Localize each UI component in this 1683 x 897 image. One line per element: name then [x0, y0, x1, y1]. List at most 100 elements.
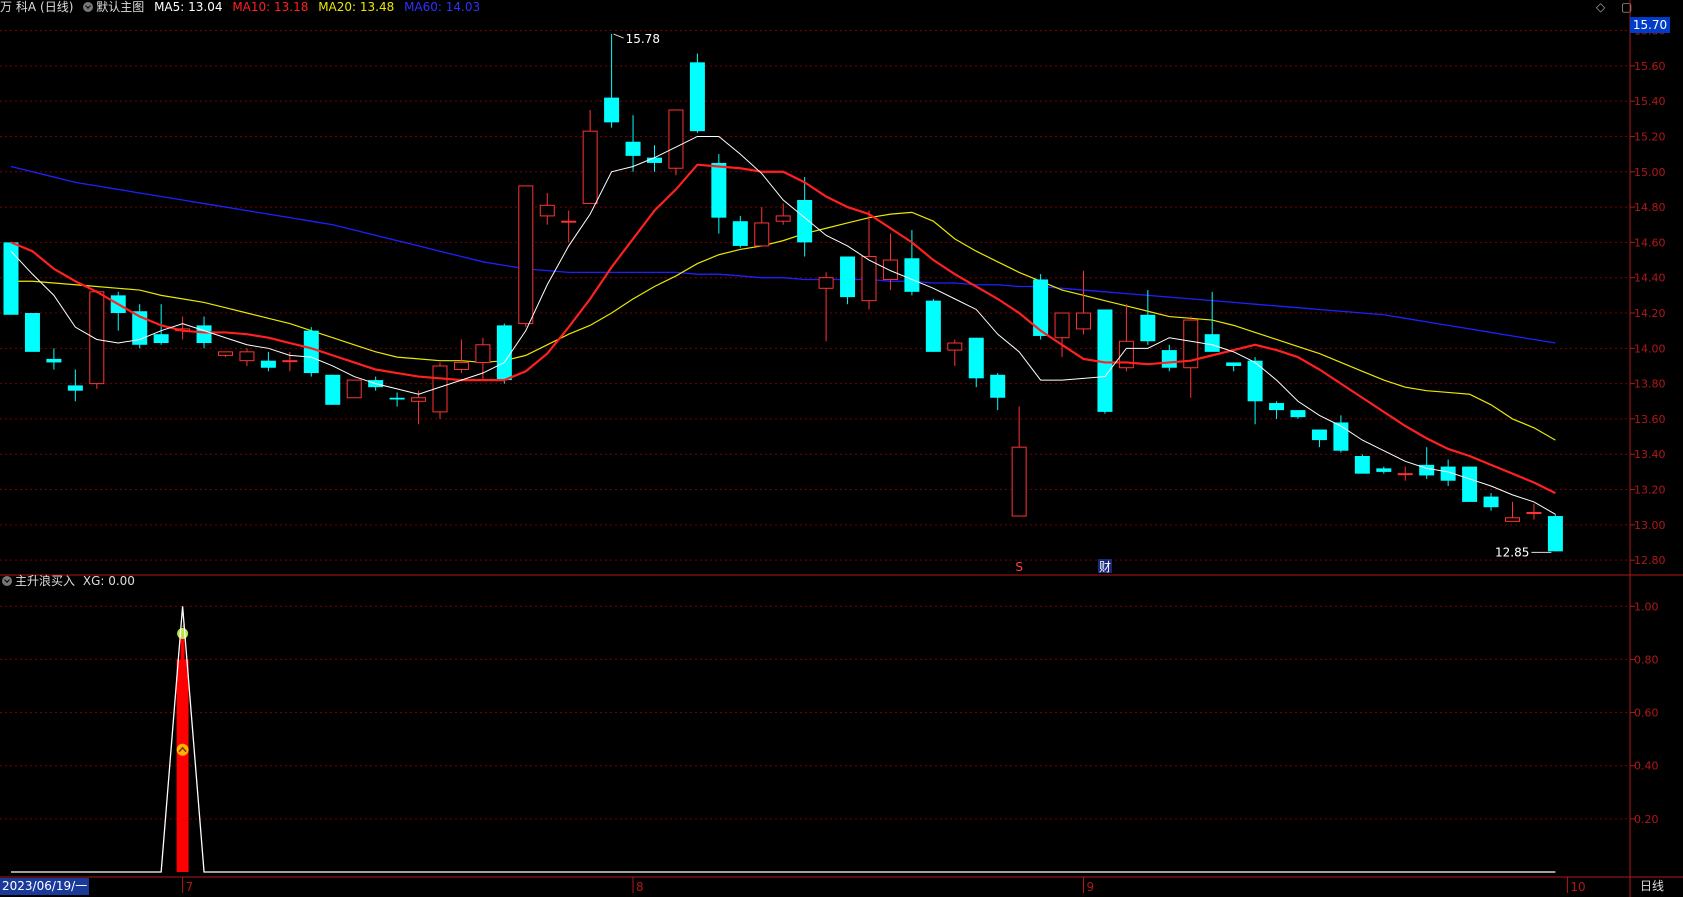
candle-body — [1161, 350, 1177, 368]
candle — [1462, 466, 1478, 502]
candle-body — [711, 162, 727, 218]
candle — [818, 272, 834, 342]
indicator-tick-label: 0.60 — [1634, 707, 1659, 720]
candle — [1505, 501, 1520, 522]
candle — [604, 34, 620, 128]
candle-body — [818, 277, 834, 289]
indicator-dropdown-icon[interactable] — [2, 576, 12, 586]
candle-body — [990, 374, 1006, 398]
candle-body — [861, 256, 877, 302]
candle-body — [1505, 517, 1520, 522]
candle — [947, 339, 963, 366]
candle — [1161, 344, 1177, 372]
price-tick-label: 14.80 — [1634, 201, 1666, 214]
candle-body — [46, 358, 62, 363]
candle-body — [3, 242, 19, 315]
indicator-tick-label: 0.40 — [1634, 760, 1659, 773]
candle-body — [1076, 312, 1091, 330]
price-tick-label: 14.60 — [1634, 236, 1666, 249]
candle — [990, 373, 1006, 411]
candle-body — [968, 337, 984, 379]
indicator-tick-label: 0.20 — [1634, 813, 1659, 826]
candle — [110, 291, 126, 331]
candle — [561, 210, 577, 243]
candle — [732, 215, 748, 248]
candle — [1483, 493, 1499, 511]
current-price-tag: 15.70 — [1630, 17, 1670, 33]
candle — [1269, 401, 1285, 419]
apple-icon — [177, 628, 189, 640]
candle-body — [1462, 466, 1478, 502]
candle-body — [625, 141, 641, 156]
indicator-line — [11, 606, 1556, 873]
candle-body — [1140, 314, 1156, 342]
indicator-xg-label: XG: 0.00 — [82, 574, 135, 588]
candle-body — [1333, 422, 1349, 451]
signal-bar — [176, 659, 189, 872]
candle — [1397, 466, 1413, 481]
month-label: 10 — [1570, 880, 1585, 894]
signal-bar-tip — [180, 638, 185, 660]
candle — [346, 379, 362, 399]
price-tick-label: 14.40 — [1634, 272, 1666, 285]
candle-body — [604, 97, 620, 123]
indicator-tick-label: 1.00 — [1634, 600, 1659, 613]
candle — [968, 337, 984, 388]
candle-body — [882, 259, 898, 280]
price-tick-label: 13.20 — [1634, 484, 1666, 497]
candle-body — [668, 109, 684, 169]
candle — [647, 145, 662, 172]
price-tick-label: 15.40 — [1634, 95, 1666, 108]
price-tick-label: 14.20 — [1634, 307, 1666, 320]
price-tick-label: 15.00 — [1634, 166, 1666, 179]
month-label: 7 — [186, 880, 194, 894]
candle-body — [67, 385, 83, 391]
candle-body — [1354, 456, 1370, 474]
candle-body — [1204, 334, 1220, 352]
candle — [175, 316, 191, 340]
candle-body — [582, 130, 598, 205]
event-marker-cai: 财 — [1099, 560, 1111, 574]
candle — [1118, 304, 1134, 372]
candle — [1547, 514, 1563, 552]
ma60-line — [10, 165, 1556, 344]
month-label: 8 — [636, 880, 644, 894]
candle — [282, 351, 298, 372]
candle — [1376, 466, 1392, 474]
candle-body — [539, 204, 555, 217]
candle — [24, 313, 40, 352]
candle — [754, 207, 770, 247]
candlestick-chart[interactable]: 15.8015.6015.4015.2015.0014.8014.6014.40… — [0, 0, 1683, 897]
price-tick-label: 15.20 — [1634, 130, 1666, 143]
candle — [3, 242, 19, 315]
indicator-title[interactable]: 主升浪买入 — [15, 574, 75, 588]
price-tick-label: 13.60 — [1634, 413, 1666, 426]
candle-body — [453, 361, 469, 371]
candle-body — [1397, 473, 1413, 476]
candle — [1290, 410, 1306, 419]
candle-body — [1547, 516, 1563, 552]
candle — [518, 185, 534, 328]
candle — [496, 323, 512, 384]
price-tick-label: 13.40 — [1634, 448, 1666, 461]
candle — [411, 390, 427, 425]
candle — [239, 348, 255, 366]
candle — [1140, 290, 1156, 345]
period-label-bottom[interactable]: 日线 — [1640, 878, 1664, 895]
high-marker-line — [613, 33, 624, 39]
candle-body — [389, 397, 405, 400]
candle — [797, 177, 813, 257]
candle-body — [1311, 429, 1327, 441]
candle-body — [689, 62, 705, 132]
price-tick-label: 14.00 — [1634, 342, 1666, 355]
candle-body — [1290, 410, 1306, 418]
candle — [775, 203, 791, 225]
candle — [1419, 447, 1435, 479]
candle-body — [732, 221, 748, 246]
candle-body — [218, 351, 233, 356]
candle-body — [1526, 512, 1542, 515]
candle-body — [411, 397, 427, 402]
indicator-tick-label: 0.80 — [1634, 653, 1659, 666]
candle — [432, 362, 448, 419]
candle-body — [561, 220, 577, 223]
